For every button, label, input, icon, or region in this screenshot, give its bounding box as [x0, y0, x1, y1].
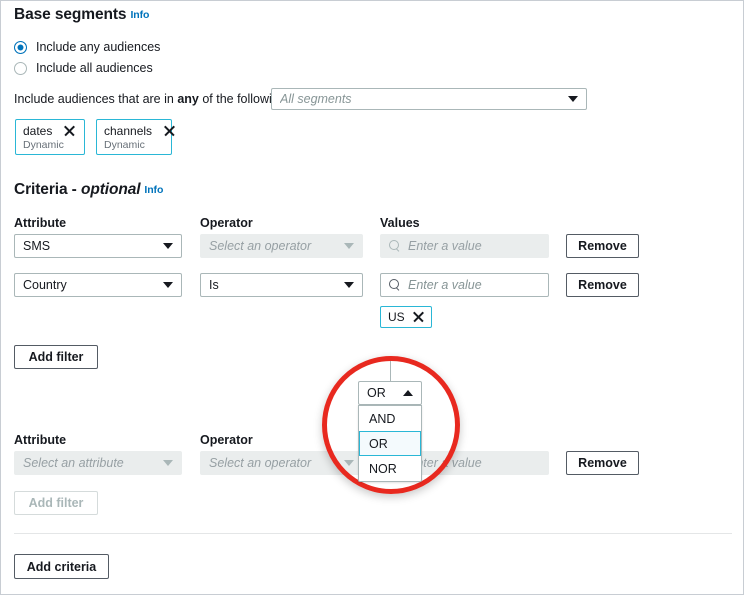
chevron-down-icon — [163, 460, 173, 466]
search-icon — [389, 240, 401, 252]
value-input-row-3-value: Enter a value — [408, 456, 540, 470]
conjunction-option-and[interactable]: AND — [359, 406, 421, 431]
all-segments-select-value: All segments — [280, 92, 562, 106]
radio-label-all: Include all audiences — [36, 61, 153, 75]
radio-indicator-any[interactable] — [14, 41, 27, 54]
chevron-down-icon — [344, 243, 354, 249]
operator-select-row-2[interactable]: Is — [200, 273, 363, 297]
attribute-select-row-3[interactable]: Select an attribute — [14, 451, 182, 475]
value-input-row-1: Enter a value — [380, 234, 549, 258]
segment-tag-channels-label: channels — [104, 124, 152, 138]
segment-tag-dates-sub: Dynamic — [23, 139, 77, 151]
remove-button-row-1[interactable]: Remove — [566, 234, 639, 258]
include-audiences-prompt: Include audiences that are in any of the… — [14, 92, 289, 106]
remove-button-row-3[interactable]: Remove — [566, 451, 639, 475]
chevron-down-icon — [163, 282, 173, 288]
add-criteria-button[interactable]: Add criteria — [14, 554, 109, 579]
chevron-down-icon — [163, 243, 173, 249]
attribute-select-row-1[interactable]: SMS — [14, 234, 182, 258]
attribute-select-row-2[interactable]: Country — [14, 273, 182, 297]
segment-tag-dates-label: dates — [23, 124, 52, 138]
chevron-down-icon — [344, 282, 354, 288]
value-chip-us-label: US — [388, 310, 405, 324]
segment-builder-panel: Base segmentsInfo Include any audiences … — [0, 0, 744, 595]
operator-select-row-3: Select an operator — [200, 451, 363, 475]
conjunction-option-or[interactable]: OR — [359, 431, 421, 456]
segment-tag-dates: dates Dynamic — [15, 119, 85, 155]
section-divider — [14, 533, 732, 534]
value-input-row-1-value: Enter a value — [408, 239, 540, 253]
close-icon[interactable] — [413, 312, 424, 323]
prompt-emphasis: any — [177, 92, 199, 106]
attribute-select-row-1-value: SMS — [23, 239, 157, 253]
chevron-down-icon — [568, 96, 578, 102]
close-icon[interactable] — [64, 126, 75, 137]
value-chip-us: US — [380, 306, 432, 328]
column-header-attribute-group-2: Attribute — [14, 433, 66, 447]
criteria-heading: Criteria - optional Info — [14, 181, 163, 199]
conjunction-options-menu[interactable]: AND OR NOR — [358, 405, 422, 482]
attribute-select-row-3-value: Select an attribute — [23, 456, 157, 470]
remove-button-row-2[interactable]: Remove — [566, 273, 639, 297]
prompt-prefix: Include audiences that are in — [14, 92, 177, 106]
column-header-operator-group-2: Operator — [200, 433, 253, 447]
base-segments-info-link[interactable]: Info — [130, 9, 149, 21]
close-icon[interactable] — [164, 126, 175, 137]
radio-include-any-audiences[interactable]: Include any audiences — [14, 40, 160, 54]
operator-select-row-2-value: Is — [209, 278, 338, 292]
segment-tag-channels-sub: Dynamic — [104, 139, 164, 151]
conjunction-connector-line — [390, 361, 391, 381]
all-segments-select[interactable]: All segments — [271, 88, 587, 110]
conjunction-select-value: OR — [367, 386, 397, 400]
radio-indicator-all[interactable] — [14, 62, 27, 75]
add-filter-button-group-2: Add filter — [14, 491, 98, 515]
base-segments-title: Base segments — [14, 6, 126, 23]
criteria-optional-label: optional — [81, 181, 140, 198]
criteria-info-link[interactable]: Info — [144, 184, 163, 196]
attribute-select-row-2-value: Country — [23, 278, 157, 292]
conjunction-option-nor[interactable]: NOR — [359, 456, 421, 481]
radio-label-any: Include any audiences — [36, 40, 160, 54]
segment-tag-dates-top: dates — [23, 124, 77, 138]
chevron-up-icon — [403, 390, 413, 396]
column-header-operator: Operator — [200, 216, 253, 230]
criteria-title: Criteria - — [14, 181, 81, 198]
segment-tag-channels: channels Dynamic — [96, 119, 172, 155]
column-header-values: Values — [380, 216, 420, 230]
chevron-down-icon — [344, 460, 354, 466]
conjunction-select[interactable]: OR — [358, 381, 422, 405]
value-input-row-2-value: Enter a value — [408, 278, 540, 292]
value-input-row-2[interactable]: Enter a value — [380, 273, 549, 297]
radio-include-all-audiences[interactable]: Include all audiences — [14, 61, 153, 75]
add-filter-button-group-1[interactable]: Add filter — [14, 345, 98, 369]
search-icon — [389, 279, 401, 291]
operator-select-row-1-value: Select an operator — [209, 239, 338, 253]
operator-select-row-3-value: Select an operator — [209, 456, 338, 470]
base-segments-heading: Base segments Info — [14, 6, 149, 24]
segment-tag-channels-top: channels — [104, 124, 164, 138]
column-header-attribute: Attribute — [14, 216, 66, 230]
operator-select-row-1: Select an operator — [200, 234, 363, 258]
